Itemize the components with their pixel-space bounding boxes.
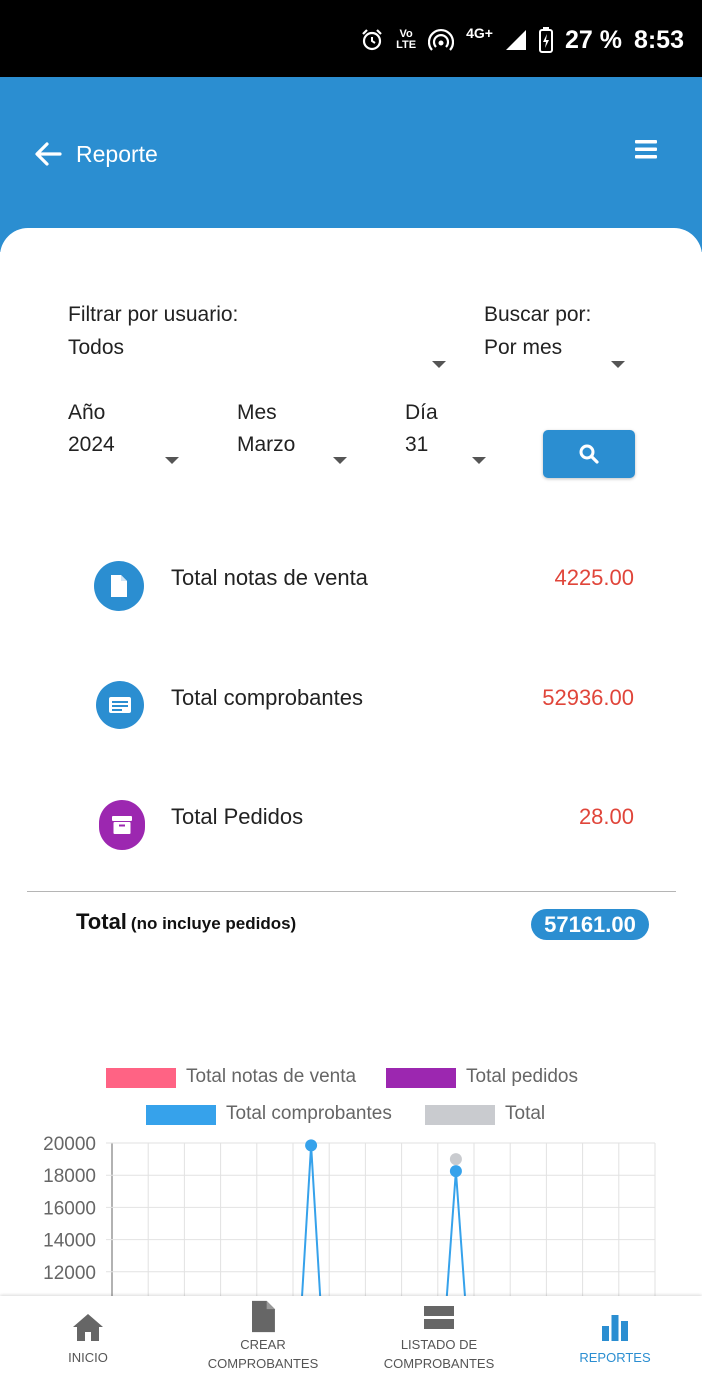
page-title: Reporte (76, 141, 158, 167)
document-icon (111, 575, 127, 597)
legend-swatch-total (425, 1105, 495, 1125)
day-label: Día (405, 401, 438, 424)
search-by-chevron-down-icon[interactable] (611, 361, 625, 368)
nav-inicio[interactable]: INICIO (38, 1296, 138, 1373)
total-note: (no incluye pedidos) (130, 914, 297, 933)
back-arrow-icon[interactable] (32, 138, 64, 170)
month-chevron-down-icon[interactable] (333, 457, 347, 464)
nav-label-reportes: REPORTES (579, 1350, 651, 1365)
network-type: 4G+ (466, 25, 493, 41)
alarm-icon (362, 29, 382, 51)
divider (27, 891, 676, 892)
month-select[interactable]: Marzo (237, 433, 295, 457)
line-chart: 200001800016000140001200010000 (43, 1134, 656, 1296)
y-tick-label: 18000 (43, 1166, 96, 1187)
summary-label-pedidos: Total Pedidos (171, 804, 304, 829)
legend-swatch-pedidos (386, 1068, 456, 1088)
total-label: Total (no incluye pedidos) (76, 909, 296, 935)
year-select[interactable]: 2024 (68, 433, 115, 457)
file-icon (252, 1300, 275, 1333)
bar-chart-icon (602, 1315, 628, 1341)
nav-label-listado: LISTADO DE COMPROBANTES (383, 1337, 495, 1371)
search-icon (579, 444, 599, 464)
y-tick-label: 20000 (43, 1134, 96, 1155)
summary-label-comprobantes: Total comprobantes (171, 685, 363, 710)
battery-icon (538, 27, 553, 53)
legend-swatch-comprobantes (146, 1105, 216, 1125)
y-tick-label: 16000 (43, 1198, 96, 1219)
bottom-navigation: INICIO CREAR COMPROBANTES LISTADO DE COM… (0, 1296, 702, 1373)
month-label: Mes (237, 401, 277, 424)
signal-icon (505, 30, 526, 50)
data-point (449, 1153, 462, 1166)
total-value-badge: 57161.00 (531, 909, 649, 940)
nav-listado-comprobantes[interactable]: LISTADO DE COMPROBANTES (364, 1296, 514, 1373)
home-icon (73, 1314, 103, 1341)
summary-value-comprobantes: 52936.00 (542, 685, 634, 710)
volte-icon: Vo LTE (396, 29, 416, 51)
day-select[interactable]: 31 (405, 433, 428, 457)
app-header: Reporte (0, 77, 702, 252)
year-label: Año (68, 401, 106, 424)
data-point (305, 1139, 318, 1152)
nav-label-inicio: INICIO (68, 1350, 108, 1365)
hamburger-menu-icon[interactable] (632, 137, 660, 161)
nav-label-crear: CREAR COMPROBANTES (207, 1337, 319, 1371)
legend-label-comprobantes: Total comprobantes (226, 1103, 392, 1124)
summary-value-notas: 4225.00 (554, 565, 634, 590)
search-by-select[interactable]: Por mes (484, 336, 562, 360)
archive-circle (99, 800, 145, 850)
receipt-icon (109, 697, 131, 713)
nav-reportes[interactable]: REPORTES (565, 1296, 665, 1373)
clock: 8:53 (633, 25, 684, 54)
user-filter-chevron-down-icon[interactable] (432, 361, 446, 368)
summary-value-pedidos: 28.00 (578, 804, 634, 829)
summary-label-notas: Total notas de venta (171, 565, 368, 590)
legend-swatch-notas (106, 1068, 176, 1088)
search-button[interactable] (543, 430, 635, 478)
legend-label-notas: Total notas de venta (186, 1066, 357, 1087)
document-circle (94, 561, 144, 611)
receipt-circle (96, 681, 144, 729)
y-tick-label: 12000 (43, 1263, 96, 1284)
nav-crear-comprobantes[interactable]: CREAR COMPROBANTES (188, 1296, 338, 1373)
legend-label-total: Total (505, 1103, 546, 1124)
list-icon (424, 1306, 454, 1329)
y-tick-label: 14000 (43, 1231, 96, 1252)
search-by-label: Buscar por: (484, 303, 592, 326)
day-chevron-down-icon[interactable] (472, 457, 486, 464)
series-line-comprobantes (445, 1171, 466, 1296)
status-bar: Vo LTE 4G+ 27 % 8:53 (0, 0, 702, 77)
battery-percent: 27 % (564, 25, 622, 54)
user-filter-label: Filtrar por usuario: (68, 303, 239, 326)
series-line-comprobantes (301, 1145, 322, 1296)
user-filter-select[interactable]: Todos (68, 336, 124, 360)
total-label-text: Total (76, 909, 127, 934)
volte-bottom: LTE (396, 39, 417, 51)
year-chevron-down-icon[interactable] (165, 457, 179, 464)
data-point (449, 1165, 462, 1178)
hotspot-icon (428, 28, 455, 51)
legend-label-pedidos: Total pedidos (466, 1066, 578, 1087)
archive-box-icon (112, 816, 132, 834)
